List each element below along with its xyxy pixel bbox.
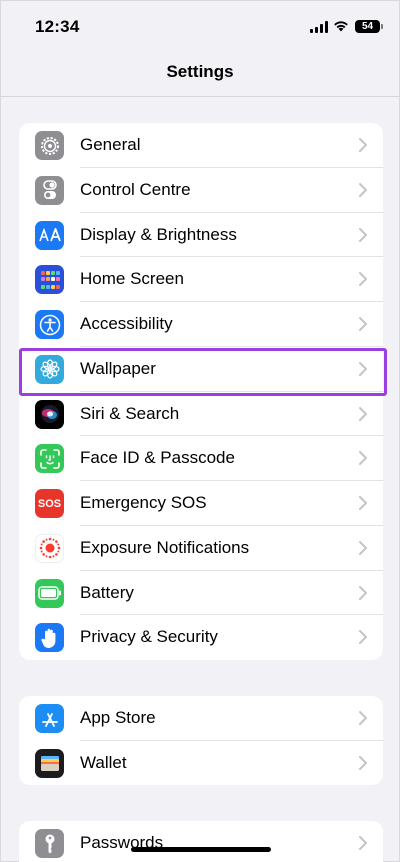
settings-row-emergency-sos[interactable]: SOS Emergency SOS: [19, 481, 383, 526]
cellular-signal-icon: [310, 21, 328, 33]
home-indicator[interactable]: [131, 847, 271, 852]
settings-row-wallpaper[interactable]: Wallpaper: [19, 347, 383, 392]
settings-row-control-centre[interactable]: Control Centre: [19, 168, 383, 213]
accessibility-person-icon: [35, 310, 64, 339]
siri-orb-icon: [35, 399, 64, 429]
settings-row-general[interactable]: General: [19, 123, 383, 168]
settings-row-app-store[interactable]: App Store: [19, 696, 383, 741]
chevron-right-icon: [359, 317, 367, 331]
nav-divider: [1, 96, 399, 97]
settings-row-battery[interactable]: Battery: [19, 571, 383, 616]
toggle-switches-icon: [35, 175, 64, 205]
settings-row-home-screen[interactable]: Home Screen: [19, 257, 383, 302]
status-time: 12:34: [35, 17, 80, 36]
page-title: Settings: [166, 62, 234, 81]
battery-icon: [35, 578, 64, 608]
wallet-icon: [35, 748, 64, 778]
chevron-right-icon: [359, 585, 367, 600]
gear-icon: [35, 131, 64, 160]
settings-row-label: Siri & Search: [80, 403, 180, 423]
chevron-right-icon: [359, 755, 367, 770]
chevron-right-icon: [359, 630, 367, 645]
chevron-right-icon: [359, 138, 367, 152]
sos-icon: SOS: [35, 489, 64, 518]
wifi-icon: [334, 21, 348, 32]
settings-row-label: Privacy & Security: [80, 627, 218, 647]
chevron-right-icon: [359, 272, 367, 287]
chevron-right-icon: [359, 496, 367, 510]
settings-row-label: Emergency SOS: [80, 493, 207, 512]
app-grid-icon: [35, 265, 64, 295]
chevron-right-icon: [359, 361, 367, 376]
settings-row-label: Wallet: [80, 752, 127, 772]
settings-row-label: Exposure Notifications: [80, 537, 250, 557]
chevron-right-icon: [359, 540, 367, 555]
battery-status-icon: 54: [355, 20, 383, 33]
settings-group-main: General Control Centre Display & Brightn…: [19, 123, 383, 660]
settings-row-siri-search[interactable]: Siri & Search: [19, 392, 383, 437]
flower-icon: [35, 354, 64, 384]
settings-row-passwords[interactable]: Passwords: [19, 821, 383, 862]
settings-row-label: Face ID & Passcode: [80, 448, 235, 468]
settings-row-label: Control Centre: [80, 179, 191, 199]
exposure-dots-icon: [35, 533, 64, 563]
chevron-right-icon: [359, 711, 367, 725]
settings-row-face-id-passcode[interactable]: Face ID & Passcode: [19, 436, 383, 481]
chevron-right-icon: [359, 227, 367, 242]
settings-row-label: General: [80, 135, 141, 154]
status-bar: 12:34 54: [1, 1, 399, 53]
face-id-icon: [35, 444, 64, 474]
hand-raised-icon: [35, 623, 64, 653]
settings-row-wallet[interactable]: Wallet: [19, 741, 383, 785]
settings-row-label: Accessibility: [80, 314, 173, 333]
settings-row-label: Display & Brightness: [80, 224, 237, 244]
settings-row-accessibility[interactable]: Accessibility: [19, 302, 383, 347]
settings-row-display-brightness[interactable]: Display & Brightness: [19, 213, 383, 258]
settings-row-privacy-security[interactable]: Privacy & Security: [19, 615, 383, 660]
settings-group-store: App Store Wallet: [19, 696, 383, 785]
settings-row-label: Battery: [80, 582, 134, 602]
chevron-right-icon: [359, 406, 367, 421]
settings-row-label: App Store: [80, 708, 156, 727]
settings-row-exposure-notifications[interactable]: Exposure Notifications: [19, 526, 383, 571]
settings-group-accounts: Passwords: [19, 821, 383, 862]
chevron-right-icon: [359, 182, 367, 197]
key-icon: [35, 829, 64, 858]
chevron-right-icon: [359, 836, 367, 850]
settings-row-label: Wallpaper: [80, 358, 156, 378]
chevron-right-icon: [359, 451, 367, 466]
app-store-icon: [35, 704, 64, 733]
settings-row-label: Home Screen: [80, 269, 184, 289]
text-size-icon: [35, 220, 64, 250]
